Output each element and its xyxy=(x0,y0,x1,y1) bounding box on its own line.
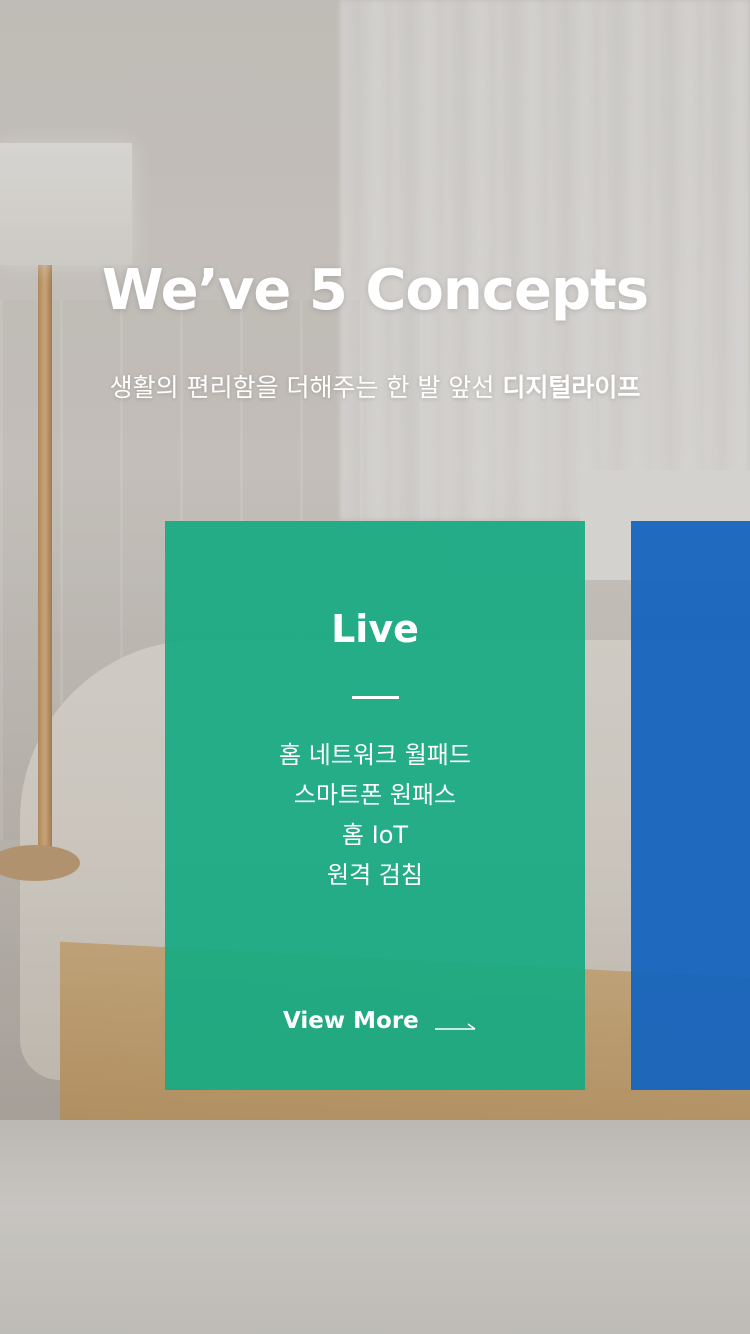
hero-subtitle-text: 생활의 편리함을 더해주는 한 발 앞선 xyxy=(109,373,503,402)
card-feature-item: 홈 네트워크 월패드 xyxy=(279,741,471,769)
concept-card-next[interactable] xyxy=(631,521,750,1090)
card-feature-item: 원격 검침 xyxy=(327,861,423,889)
hero-subtitle-highlight: 디지털라이프 xyxy=(502,373,641,402)
card-divider xyxy=(352,696,399,699)
card-feature-item: 스마트폰 원패스 xyxy=(293,781,457,809)
view-more-label: View More xyxy=(283,1008,419,1034)
concept-card-live[interactable]: Live 홈 네트워크 월패드 스마트폰 원패스 홈 IoT 원격 검침 Vie… xyxy=(165,521,585,1090)
arrow-right-icon xyxy=(434,1011,477,1037)
hero-subtitle: 생활의 편리함을 더해주는 한 발 앞선 디지털라이프 xyxy=(0,368,750,404)
card-feature-list: 홈 네트워크 월패드 스마트폰 원패스 홈 IoT 원격 검침 xyxy=(165,735,585,895)
view-more-link[interactable]: View More xyxy=(283,1005,477,1037)
card-title: Live xyxy=(331,607,419,651)
card-feature-item: 홈 IoT xyxy=(341,821,409,849)
hero-title: We’ve 5 Concepts xyxy=(101,258,649,323)
